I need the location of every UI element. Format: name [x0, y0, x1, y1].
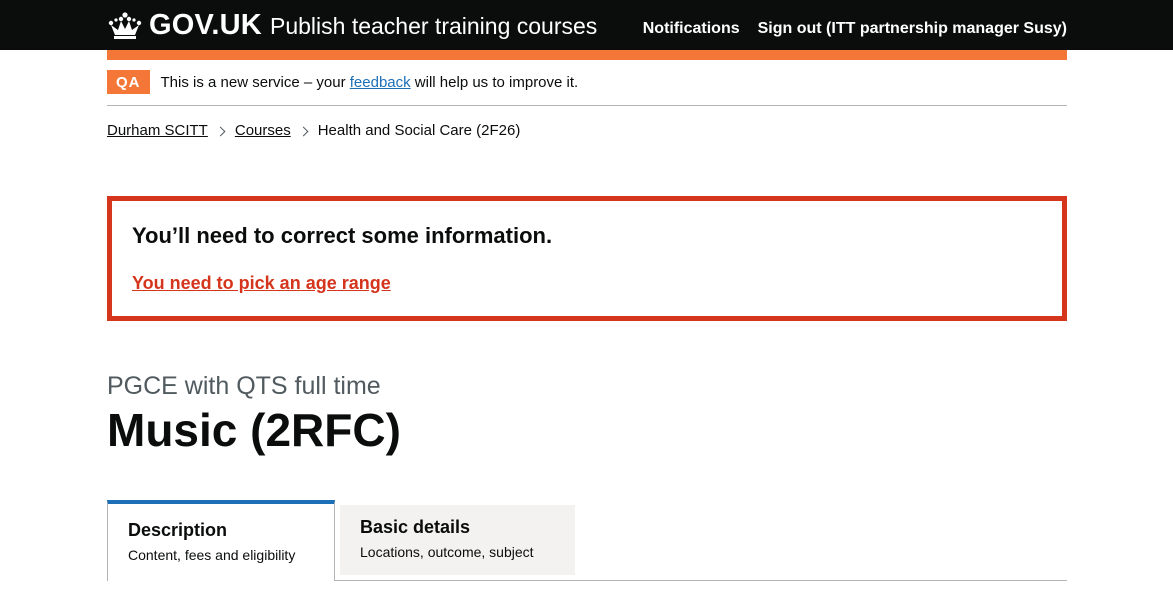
tab-list: Description Content, fees and eligibilit…	[107, 500, 1067, 581]
phase-text-before: This is a new service – your	[160, 74, 350, 91]
phase-tag: QA	[107, 70, 150, 94]
tab-basic-details-subtitle: Locations, outcome, subject	[360, 544, 534, 560]
phase-banner-text: This is a new service – your feedback wi…	[161, 70, 579, 95]
tab-basic-details-title: Basic details	[360, 517, 471, 537]
breadcrumb: Durham SCITT Courses Health and Social C…	[107, 120, 520, 142]
error-summary-title: You’ll need to correct some information.	[132, 223, 553, 248]
sign-out-link[interactable]: Sign out (ITT partnership manager Susy)	[758, 18, 1067, 40]
breadcrumb-courses-link[interactable]: Courses	[235, 120, 291, 142]
chevron-right-icon	[215, 126, 226, 136]
environment-stripe	[107, 50, 1067, 60]
tab-description-subtitle: Content, fees and eligibility	[128, 547, 296, 563]
tab-description-title: Description	[128, 520, 228, 540]
service-name-link[interactable]: Publish teacher training courses	[270, 12, 597, 40]
breadcrumb-organisation-link[interactable]: Durham SCITT	[107, 120, 208, 142]
govuk-logo-link[interactable]: GOV.UK	[107, 9, 262, 41]
logo-text: GOV.UK	[149, 9, 262, 41]
error-age-range-link[interactable]: You need to pick an age range	[132, 271, 391, 296]
phase-text-after: will help us to improve it.	[410, 74, 579, 91]
chevron-right-icon	[298, 126, 309, 136]
feedback-link[interactable]: feedback	[350, 74, 411, 91]
notifications-link[interactable]: Notifications	[643, 18, 740, 40]
tab-description[interactable]: Description Content, fees and eligibilit…	[107, 500, 335, 581]
phase-banner: QA This is a new service – your feedback…	[107, 70, 1067, 106]
tab-basic-details[interactable]: Basic details Locations, outcome, subjec…	[340, 505, 575, 575]
course-caption: PGCE with QTS full time	[107, 372, 381, 400]
crown-icon	[108, 12, 142, 39]
header-navigation: Notifications Sign out (ITT partnership …	[643, 18, 1067, 40]
page-title: Music (2RFC)	[107, 404, 401, 456]
error-summary: You’ll need to correct some information.…	[107, 196, 1067, 321]
breadcrumb-current: Health and Social Care (2F26)	[317, 122, 521, 139]
site-header: GOV.UK Publish teacher training courses …	[0, 0, 1173, 50]
